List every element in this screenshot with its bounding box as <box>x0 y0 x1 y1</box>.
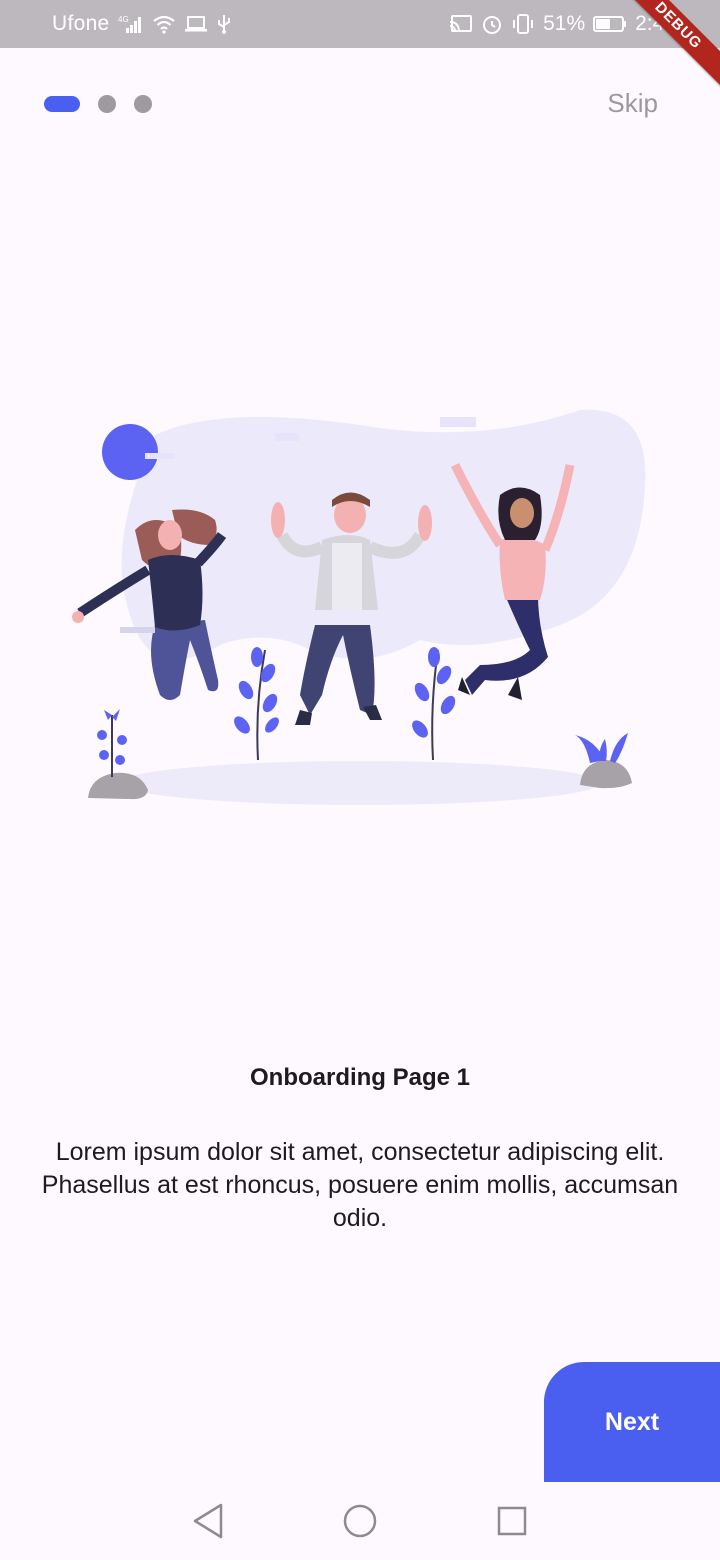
status-left: Ufone 4G <box>52 0 232 48</box>
carrier-name: Ufone <box>52 12 110 35</box>
rock-right <box>580 760 632 789</box>
plant-right <box>575 733 628 763</box>
page-title: Onboarding Page 1 <box>249 1064 471 1091</box>
ground-shadow <box>120 761 600 805</box>
wifi-icon <box>152 14 176 34</box>
alarm-icon <box>481 13 503 35</box>
page-indicator-2[interactable] <box>98 95 116 113</box>
plant-left <box>97 709 127 777</box>
signal-icon: 4G <box>118 14 144 34</box>
system-nav-bar <box>0 1482 720 1560</box>
back-icon[interactable] <box>184 1497 232 1545</box>
network-type-label: 4G <box>118 15 129 24</box>
cast-icon <box>449 14 473 34</box>
onboarding-illustration <box>72 409 646 805</box>
vibrate-icon <box>511 13 535 35</box>
usb-icon <box>216 13 232 35</box>
status-bar: Ufone 4G 51% 2:46 <box>0 0 720 48</box>
page-indicator-3[interactable] <box>134 95 152 113</box>
plant-middle-right <box>412 647 456 761</box>
page-description: Lorem ipsum dolor sit amet, consectetur … <box>41 1138 679 1232</box>
battery-icon <box>593 14 627 34</box>
next-button[interactable]: Next <box>544 1362 720 1482</box>
plant-middle-left <box>234 647 279 761</box>
page-indicator-1[interactable] <box>44 96 80 112</box>
page-indicators <box>44 95 152 113</box>
battery-percent: 51% <box>543 12 586 35</box>
laptop-icon <box>184 14 208 34</box>
recents-icon[interactable] <box>488 1497 536 1545</box>
skip-button[interactable]: Skip <box>607 88 658 119</box>
sun-circle <box>102 424 158 480</box>
home-icon[interactable] <box>336 1497 384 1545</box>
